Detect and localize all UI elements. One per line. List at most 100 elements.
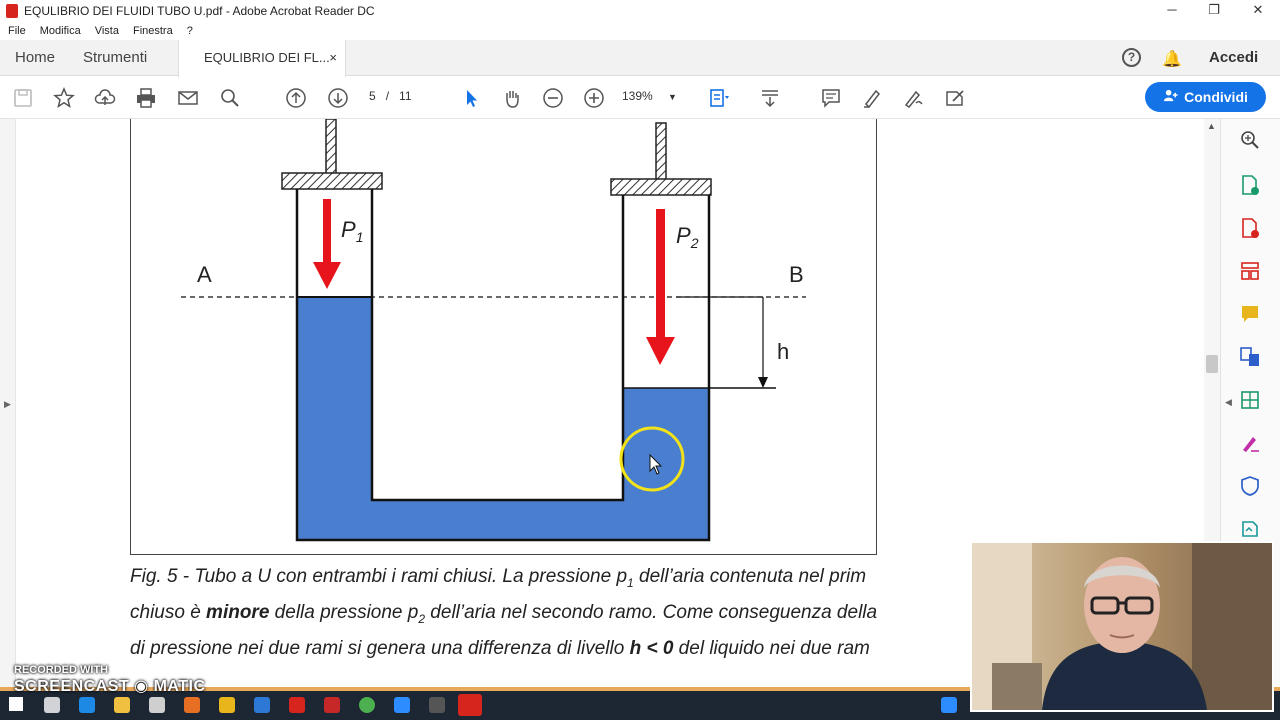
zoom-tray-icon[interactable] [941,697,957,713]
select-cursor-icon[interactable] [458,85,484,111]
zoom-value: 139% [622,89,653,103]
figure-frame: A B h P1 P2 [130,118,877,555]
firefox-icon[interactable] [184,697,200,713]
menu-view[interactable]: Vista [95,25,119,37]
mail-icon[interactable] [254,697,270,713]
draw-icon[interactable] [900,85,926,111]
fit-page-icon[interactable] [706,85,732,111]
task-view-icon[interactable] [44,697,60,713]
p2-arrowhead [646,337,675,365]
left-panel-toggle[interactable]: ▶ [0,119,16,687]
hand-tool-icon[interactable] [499,85,525,111]
upload-cloud-icon[interactable] [92,85,118,111]
protect-shield-icon[interactable] [1239,475,1261,497]
page-separator: / [385,89,390,103]
organize-pages-icon[interactable] [1239,260,1261,282]
total-pages: 11 [399,89,412,103]
zoom-out-icon[interactable] [540,85,566,111]
file-explorer-icon[interactable] [114,697,130,713]
comment-tool-icon[interactable] [1239,303,1261,325]
current-page[interactable]: 5 [369,89,376,103]
chevron-right-icon[interactable]: ▶ [4,399,11,410]
sign-in-link[interactable]: Accedi [1209,49,1258,66]
u-tube-diagram: A B h P1 P2 [181,118,806,542]
zoom-app-icon[interactable] [394,697,410,713]
minimize-button[interactable]: ─ [1150,0,1194,22]
chrome-icon[interactable] [359,697,375,713]
scroll-thumb[interactable] [1206,355,1218,373]
star-icon[interactable] [51,85,77,111]
edge-icon[interactable] [79,697,95,713]
caption-line-2: chiuso è minore della pressione p2 dell’… [130,601,878,626]
share-button[interactable]: Condividi [1145,82,1266,112]
watermark-line-2: SCREENCAST ◉ MATIC [14,678,206,695]
menu-edit[interactable]: Modifica [40,25,81,37]
terminal-icon[interactable] [429,697,445,713]
tube-inner-wall [370,189,625,502]
next-page-icon[interactable] [325,85,351,111]
comment-icon[interactable] [818,85,844,111]
recording-watermark: RECORDED WITH SCREENCAST ◉ MATIC [14,664,206,696]
export-pdf-icon[interactable] [1239,174,1261,196]
restore-button[interactable]: ❐ [1192,0,1236,22]
close-window-button[interactable]: ✕ [1236,0,1280,22]
label-h: h [777,339,789,364]
label-b: B [789,262,804,287]
search-icon[interactable] [217,85,243,111]
more-tools-icon[interactable] [1239,518,1261,540]
chevron-down-icon: ▼ [668,92,677,102]
add-person-icon [1163,88,1178,106]
tab-home[interactable]: Home [15,49,55,66]
p2-arrow-shaft [656,209,665,339]
figure-caption: Fig. 5 - Tubo a U con entrambi i rami ch… [130,562,970,663]
close-tab-icon[interactable]: × [329,50,337,65]
title-bar: EQULIBRIO DEI FLUIDI TUBO U.pdf - Adobe … [0,0,1280,22]
create-pdf-icon[interactable] [1239,217,1261,239]
menu-window[interactable]: Finestra [133,25,173,37]
highlight-pen-icon[interactable] [859,85,885,111]
left-piston-head [281,172,383,190]
windows-start-icon[interactable] [9,697,23,711]
print-icon[interactable] [133,85,159,111]
tab-tools[interactable]: Strumenti [83,49,147,66]
tab-document[interactable]: EQULIBRIO DEI FL... × [178,40,346,77]
combine-files-icon[interactable] [1239,346,1261,368]
label-p2: P2 [676,223,699,251]
watermark-line-1: RECORDED WITH [14,664,109,676]
zoom-in-icon[interactable] [581,85,607,111]
settings-icon[interactable] [149,697,165,713]
tab-document-label: EQULIBRIO DEI FL... [204,50,330,65]
menu-help[interactable]: ? [187,25,193,37]
p1-arrow-shaft [323,199,331,264]
collapse-panel-icon[interactable]: ◀ [1225,397,1232,408]
tab-bar: Home Strumenti EQULIBRIO DEI FL... × ? 🔔… [0,40,1280,77]
previous-page-icon[interactable] [283,85,309,111]
webcam-person-image [972,543,1272,710]
save-icon[interactable] [10,85,36,111]
fill-sign-icon[interactable] [1239,432,1261,454]
share-label: Condividi [1184,89,1248,105]
h-arrowhead [758,377,768,388]
antivirus-icon[interactable] [324,697,340,713]
acrobat-icon [6,4,18,18]
help-icon[interactable]: ? [1122,48,1141,67]
right-piston-head [610,178,712,196]
page-navigator[interactable]: 5 / 11 [369,89,412,103]
acrobat-active-icon[interactable] [458,694,482,716]
liquid [297,297,709,540]
menu-file[interactable]: File [8,25,26,37]
zoom-search-icon[interactable] [1239,129,1261,151]
right-piston-rod [655,122,667,181]
compress-pdf-icon[interactable] [1239,389,1261,411]
caption-line-3: di pressione nei due rami si genera una … [130,637,870,659]
bell-icon[interactable]: 🔔 [1162,49,1182,69]
edit-sign-icon[interactable] [942,85,968,111]
folder-icon[interactable] [219,697,235,713]
webcam-overlay [970,541,1274,712]
left-piston-rod [325,118,337,175]
acrobat-taskbar-icon[interactable] [289,697,305,713]
email-icon[interactable] [175,85,201,111]
zoom-select[interactable]: 139% ▼ [622,89,677,103]
scroll-up-icon[interactable]: ▲ [1207,121,1216,131]
scroll-mode-icon[interactable] [757,85,783,111]
